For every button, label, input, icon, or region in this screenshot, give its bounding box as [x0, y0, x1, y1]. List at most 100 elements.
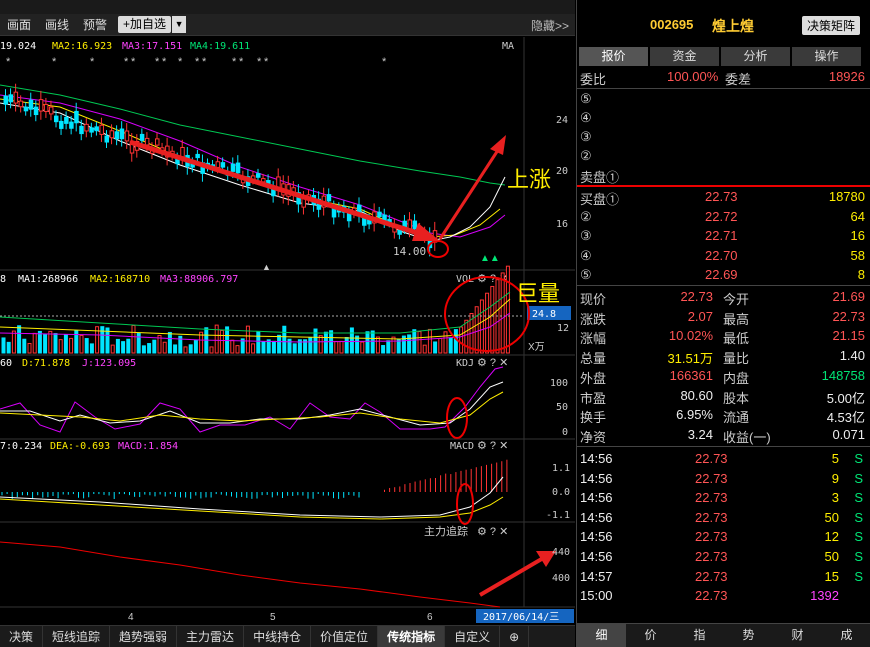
tick-side: S	[854, 490, 863, 506]
tab-zhuli[interactable]: 主力雷达	[177, 625, 245, 647]
buy-volume: 8	[857, 267, 865, 282]
stat-value: 0.071	[832, 426, 865, 442]
stat-label: 换手	[580, 410, 607, 426]
buy-level-row: ⑤ 22.69 8	[577, 266, 870, 286]
tab-cai[interactable]: 财	[773, 624, 822, 647]
sell-level-label: 卖盘①	[580, 170, 620, 185]
candle-body	[326, 194, 332, 202]
volume-bar	[131, 324, 136, 354]
buy-level-label: ②	[580, 208, 592, 224]
tick-row: 14:56 22.73 3 S	[577, 489, 870, 509]
buy-level-row: ③ 22.71 16	[577, 227, 870, 247]
gear-icon[interactable]: ⚙ ? ✕	[477, 440, 508, 452]
buy-level-label: 买盘①	[580, 192, 620, 207]
annotation-juliang: 巨量	[516, 281, 560, 306]
volume-bar	[277, 334, 282, 354]
signal-star-icon: *	[202, 56, 207, 68]
volume-bar	[271, 340, 276, 354]
top-tabbar	[0, 0, 575, 14]
candle-body	[220, 162, 226, 168]
tab-caozuo[interactable]: 操作	[792, 47, 861, 66]
volume-bar	[219, 329, 224, 354]
low-price-label: 14.00	[393, 245, 426, 258]
candle-body	[99, 124, 104, 135]
webi-row: 委比 100.00% 委差 18926	[577, 68, 870, 88]
tick-row: 14:56 22.73 9 S	[577, 470, 870, 490]
stat-label: 市盈	[580, 390, 607, 406]
candle-body	[84, 123, 89, 132]
candle-body	[155, 138, 160, 146]
signal-star-icon: *	[178, 56, 183, 68]
volume-bar	[323, 331, 328, 354]
tab-zhongxian[interactable]: 中线持仓	[244, 625, 312, 647]
buy-level-row: ④ 22.70 58	[577, 247, 870, 267]
kline-chart-area[interactable]: 19.024 MA2:16.923 MA3:17.151 MA4:19.611 …	[0, 37, 575, 625]
volume-bar	[58, 339, 63, 354]
tab-baojia[interactable]: 报价	[579, 47, 648, 66]
tick-volume: 15	[824, 568, 839, 584]
toolbar-item-yujing[interactable]: 预警	[76, 16, 114, 33]
volume-bar	[386, 340, 391, 354]
stat-row: 总量 31.51万 量比 1.40	[577, 347, 870, 367]
volume-bar	[43, 333, 48, 354]
tab-zijin[interactable]: 资金	[650, 47, 719, 66]
volume-bar	[147, 343, 152, 354]
volume-bar	[360, 341, 365, 354]
tick-row: 14:56 22.73 50 S	[577, 548, 870, 568]
kdj-tick: 0	[562, 427, 568, 438]
buy-level-row: 买盘① 22.73 18780	[577, 188, 870, 208]
candle-body	[412, 220, 418, 230]
indicator-tabs: 决策 短线追踪 趋势强弱 主力雷达 中线持仓 价值定位 传统指标 自定义 ⊕	[0, 625, 575, 647]
hide-panel-button[interactable]: 隐藏>>	[531, 17, 569, 34]
tab-fenxi[interactable]: 分析	[721, 47, 790, 66]
macd-tick: -1.1	[546, 510, 570, 521]
toolbar-item-huamian[interactable]: 画面	[0, 16, 38, 33]
candle-body	[195, 153, 200, 159]
stock-code: 002695	[650, 17, 694, 32]
toolbar-item-huaxian[interactable]: 画线	[38, 16, 76, 33]
stat-value: 21.69	[832, 289, 865, 304]
tick-time: 14:56	[580, 529, 613, 545]
volume-bar	[209, 346, 214, 354]
add-watchlist-button[interactable]: +加自选	[118, 16, 172, 33]
chevron-down-icon[interactable]: ▼	[172, 16, 187, 33]
sell-level-label: ③	[580, 129, 592, 144]
tick-price: 22.73	[695, 470, 728, 486]
candle-body	[256, 173, 261, 178]
quote-bottom-tabs: 细 价 指 势 财 成	[577, 623, 870, 647]
decision-matrix-button[interactable]: 决策矩阵	[801, 16, 860, 35]
tab-jiazhi[interactable]: 价值定位	[311, 625, 379, 647]
stock-header: 002695 煌上煌 决策矩阵	[577, 0, 870, 38]
tab-cheng[interactable]: 成	[822, 624, 870, 647]
stat-value: 5.00亿	[826, 390, 865, 406]
candle-body	[8, 94, 14, 103]
volume-bar	[433, 341, 438, 354]
chart-toolbar: 画面 画线 预警 +加自选 ▼ 隐藏>>	[0, 14, 575, 36]
tab-xi[interactable]: 细	[577, 624, 626, 647]
candle-body	[79, 125, 84, 135]
stat-label: 量比	[723, 351, 750, 367]
volume-bar	[53, 333, 58, 354]
stat-label: 净资	[580, 429, 607, 445]
tab-jia[interactable]: 价	[626, 624, 675, 647]
stat-value: 31.51万	[667, 351, 713, 367]
tab-zhi[interactable]: 指	[675, 624, 724, 647]
volume-bar	[37, 330, 42, 354]
tab-zidingyi[interactable]: 自定义	[445, 625, 501, 647]
gear-icon[interactable]: ⚙ ? ✕	[477, 357, 508, 369]
tab-shi[interactable]: 势	[724, 624, 773, 647]
volume-bar	[6, 341, 11, 354]
candle-body	[144, 137, 150, 146]
zljz-tick: 440	[552, 547, 570, 558]
price-tick: 16	[556, 219, 568, 230]
buy-level-row: ② 22.72 64	[577, 208, 870, 228]
add-tab-icon[interactable]: ⊕	[500, 625, 530, 647]
tick-volume: 50	[824, 509, 839, 525]
kline-chart-svg[interactable]: 19.024 MA2:16.923 MA3:17.151 MA4:19.611 …	[0, 37, 575, 625]
tab-qushi[interactable]: 趋势强弱	[110, 625, 178, 647]
tab-chuantong[interactable]: 传统指标	[378, 625, 446, 647]
gear-icon[interactable]: ⚙ ? ✕	[477, 526, 508, 538]
tab-duanxian[interactable]: 短线追踪	[43, 625, 111, 647]
tab-juece[interactable]: 决策	[0, 625, 44, 647]
stat-value: 4.53亿	[826, 410, 865, 426]
